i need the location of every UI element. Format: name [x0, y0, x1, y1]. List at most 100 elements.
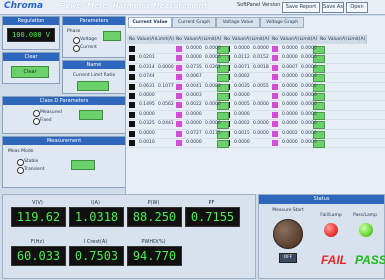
status-panel: Status Measure Start OFF Fail/Lamp Pass/… [258, 194, 385, 279]
measured-radio[interactable] [33, 110, 40, 117]
harmonic-index-marker [176, 83, 182, 90]
parameters-title: Parameters [63, 17, 125, 25]
harmonic-index-marker [176, 64, 182, 71]
transient-label: Transient [24, 167, 45, 172]
table-cell: 0.0003 [186, 92, 202, 98]
open-button[interactable]: Open [346, 2, 368, 13]
current-radio[interactable] [73, 45, 80, 52]
col-header: Value(A) [280, 35, 300, 44]
table-cell: 0.0000 [186, 55, 202, 61]
save-report-button[interactable]: Save Report [282, 2, 320, 13]
col-header: Limit(A) [299, 35, 319, 44]
table-row: 0.0325 0.0441 0.0000 0.0000 0.0002 0.0000 0.00… [127, 120, 385, 130]
table-cell: 0.0735 [186, 64, 202, 70]
table-cell: 0.0152 [253, 55, 269, 61]
table-cell: 0.0000 [301, 139, 317, 145]
fixed-radio[interactable] [33, 118, 40, 125]
name-value: Current Limit Ratio [72, 73, 116, 78]
name-title: Name [63, 61, 125, 69]
class-parameters-title: Class D Parameters [3, 97, 125, 105]
voltage-radio[interactable] [73, 37, 80, 44]
table-cell: 0.0000 [301, 111, 317, 117]
tab-current-value[interactable]: Current Value [128, 17, 172, 28]
measured-label: Measured [40, 110, 62, 115]
table-cell: 0.0000 [186, 46, 202, 51]
table-cell: 0.0000 [253, 102, 269, 108]
meter-v-value: 119.62 [11, 207, 66, 227]
meter-crest: I Crest(A) 0.7503 [69, 239, 124, 266]
table-cell: 0.0000 [282, 92, 298, 98]
meter-pwhd-label: PWHD(%) [141, 239, 166, 245]
meter-crest-label: I Crest(A) [83, 239, 108, 245]
phase-label: Phase [67, 29, 81, 34]
table-cell: 0.0631 [139, 83, 155, 89]
col-header: Value(A) [137, 35, 157, 44]
measure-start-knob[interactable] [273, 219, 303, 249]
save-as-button[interactable]: Save As [322, 2, 344, 13]
harmonic-index-marker [272, 121, 278, 128]
harmonic-index-marker [272, 46, 278, 52]
fail-lamp [324, 223, 338, 237]
table-cell: 0.0000 [139, 130, 155, 136]
table-cell: 0.0000 [186, 111, 202, 117]
harmonic-index-marker [129, 83, 135, 90]
harmonic-index-marker [129, 92, 135, 99]
table-cell: 0.0000 [301, 121, 317, 127]
meter-v-label: V(V) [32, 200, 43, 206]
table-row: 0.0010 0.0000 0.0000 0.0000 0.0000 [127, 139, 385, 149]
meter-pf-label: PF [208, 200, 215, 206]
table-row: 0.0631 0.1077 0.0041 0.0083 0.0035 0.0055 0.00… [127, 83, 385, 92]
table-cell: 0.0018 [253, 64, 269, 70]
col-header: Value(A) [328, 35, 348, 44]
value-table: 0.0000 0.0000 0.0000 0.0000 0.0000 0.0000 0.02… [127, 45, 385, 149]
table-cell: 0.0000 [282, 121, 298, 127]
meas-mode-label: Meas Mode [8, 149, 34, 154]
meter-f-label: F(Hz) [30, 239, 45, 245]
harmonic-index-marker [176, 46, 182, 52]
stable-radio[interactable] [17, 159, 24, 166]
table-cell: 0.0562 [158, 102, 174, 108]
harmonic-index-marker [272, 139, 278, 146]
table-cell: 0.0000 [234, 111, 250, 117]
col-header: Limit(A) [203, 35, 223, 44]
limit-status-box [217, 111, 229, 120]
left-panel: Regulation 100.000 V Parameters Phase Vo… [2, 16, 126, 188]
meter-f: F(Hz) 60.033 [11, 239, 66, 266]
fixed-label: Fixed [40, 118, 52, 123]
harmonic-index-marker [176, 102, 182, 109]
table-cell: 0.0000 [282, 46, 298, 51]
clear-button[interactable]: Clear [11, 66, 49, 78]
table-cell: 0.0325 [139, 121, 155, 127]
harmonic-index-marker [129, 74, 135, 81]
table-cell: 0.0727 [186, 130, 202, 136]
table-cell: 0.0000 [301, 46, 317, 51]
tab-voltage-graph[interactable]: Voltage Graph [260, 17, 304, 28]
table-row: 0.0000 0.0003 0.0000 0.0000 0.0000 [127, 92, 385, 102]
tab-voltage-value[interactable]: Voltage Value [216, 17, 260, 28]
parameters-panel: Parameters Phase Voltage Current [62, 16, 126, 58]
class-green-box [79, 110, 103, 120]
table-row: 0.0314 0.0000 0.0735 0.0261 0.0071 0.0018 0.00… [127, 64, 385, 74]
col-header: Limit(A) [156, 35, 175, 44]
table-row: 0.0744 0.0067 0.0002 0.0000 0.0000 [127, 73, 385, 83]
col-header: Limit(A) [347, 35, 367, 44]
app: Chroma Power Meter Harmonic Measurement … [0, 0, 385, 280]
harmonic-index-marker [176, 92, 182, 99]
table-cell: 0.0000 [205, 55, 221, 61]
table-cell: 0.0000 [301, 74, 317, 80]
table-cell: 0.0000 [186, 139, 202, 145]
fail-lamp-label: Fail/Lamp [320, 213, 342, 218]
table-cell: 0.0002 [282, 130, 298, 136]
off-button[interactable]: OFF [279, 253, 297, 263]
table-cell: 0.0005 [234, 102, 250, 108]
harmonic-index-marker [129, 55, 135, 62]
voltage-label: Voltage [80, 37, 97, 42]
table-cell: 0.0000 [205, 121, 221, 127]
pass-text: PASS [355, 253, 385, 267]
col-header: Value(A) [232, 35, 252, 44]
tab-current-graph[interactable]: Current Graph [172, 17, 216, 28]
status-title: Status [259, 195, 384, 204]
meter-v: V(V) 119.62 [11, 200, 66, 227]
transient-radio[interactable] [17, 167, 24, 174]
table-cell: 0.0022 [186, 102, 202, 108]
